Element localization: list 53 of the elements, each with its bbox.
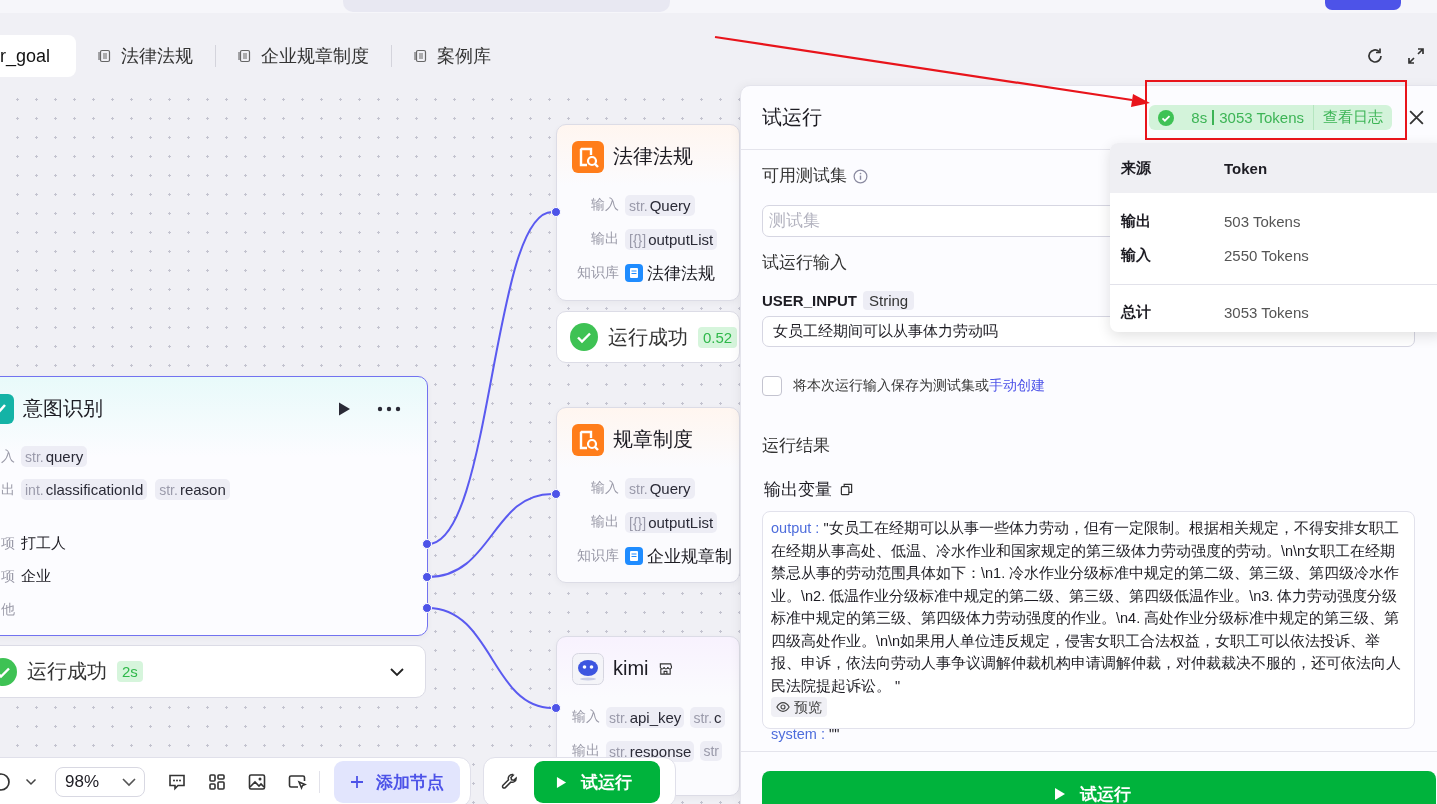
variable-tag: str.c — [690, 706, 725, 728]
status-text: 运行成功 — [27, 659, 107, 684]
token-value: 503 Tokens — [1224, 212, 1301, 230]
knowledge-base-name: 企业规章制 — [647, 545, 732, 568]
field-label: 输出 — [572, 742, 600, 760]
output-text: system : "" — [771, 724, 841, 744]
status-text: 运行成功 — [608, 324, 688, 350]
variable-tag: str — [700, 741, 722, 761]
variable-tag: int.classificationId — [21, 479, 148, 500]
type-tag: String — [863, 290, 915, 310]
variable-tag: [{}]outputList — [625, 228, 718, 250]
token-source: 输出 — [1121, 211, 1152, 231]
option-value: 企业 — [21, 567, 51, 586]
section-label: 试运行输入 — [762, 252, 847, 274]
variable-name: USER_INPUT — [762, 291, 858, 309]
token-count: 3053 Tokens — [1219, 109, 1304, 126]
variable-tag: str.query — [21, 446, 88, 467]
section-label: 可用测试集 — [762, 165, 847, 187]
node-title: 规章制度 — [613, 427, 693, 452]
node-title: 意图识别 — [23, 396, 103, 421]
variable-tag: str.Query — [625, 194, 695, 216]
field-label: 输入 — [590, 196, 619, 214]
field-label: 项 — [1, 534, 13, 553]
token-value: 2550 Tokens — [1224, 246, 1309, 264]
output-text: output : "女员工在经期可以从事一些体力劳动，但有一定限制。根据相关规定，不得安排女职工在经期从事高处、低温、冷水作业和国家规定的第三级体力劳动强度的劳动。\n\n女职工在经期禁忌从事的劳动范围具体如下：\n1. 冷水作业分级标准中规定的第二级、第三级、第四级冷水作业。\n2. 低温作业分级标准中规定的第二级、第三级、第四级低温作业。\n3. 体力劳动强度分级标准中规定的第三级、第四级体力劳动强度的作业。\n4. 高处作业分级标准中规定的第三级、第四级高处作业。\n\n如果用人单位违反规定，侵害女职工合法权益，女职工可以依法投诉、举报、申诉，依法向劳动人事争议调解仲裁机构申请调解仲裁，对仲裁裁决不服的，还可依法向人民法院提起诉讼。 " — [771, 519, 1402, 696]
field-label: 项 — [1, 567, 13, 586]
run-duration: 8s — [1191, 109, 1208, 126]
panel-title: 试运行 — [762, 105, 822, 130]
section-label: 运行结果 — [762, 435, 830, 457]
duration-label: 2s — [117, 661, 143, 682]
field-label: 知识库 — [576, 264, 619, 282]
variable-tag: str.reason — [155, 479, 230, 500]
field-label: 输入 — [590, 479, 619, 497]
field-label: 输入 — [572, 708, 600, 726]
checkbox-label: 将本次运行输入保存为测试集或手动创建 — [793, 377, 1045, 395]
column-header: Token — [1224, 159, 1268, 177]
node-title: kimi — [613, 657, 649, 680]
node-title: 法律法规 — [613, 144, 693, 169]
field-label: 输出 — [590, 513, 619, 531]
column-header: 来源 — [1121, 158, 1152, 178]
field-label: 他 — [1, 600, 13, 619]
field-label: 入 — [1, 447, 13, 466]
field-label: 出 — [1, 480, 13, 499]
duration-label: 0.52 — [698, 326, 738, 348]
output-heading: 输出变量 — [764, 478, 832, 501]
field-label: 知识库 — [576, 547, 619, 565]
variable-tag: str.api_key — [606, 706, 685, 728]
token-source: 输入 — [1121, 245, 1152, 265]
variable-tag: [{}]outputList — [625, 511, 718, 533]
field-label: 输出 — [590, 230, 619, 248]
variable-tag: str.Query — [625, 477, 695, 499]
option-value: 打工人 — [21, 534, 66, 553]
knowledge-base-name: 法律法规 — [647, 262, 715, 285]
